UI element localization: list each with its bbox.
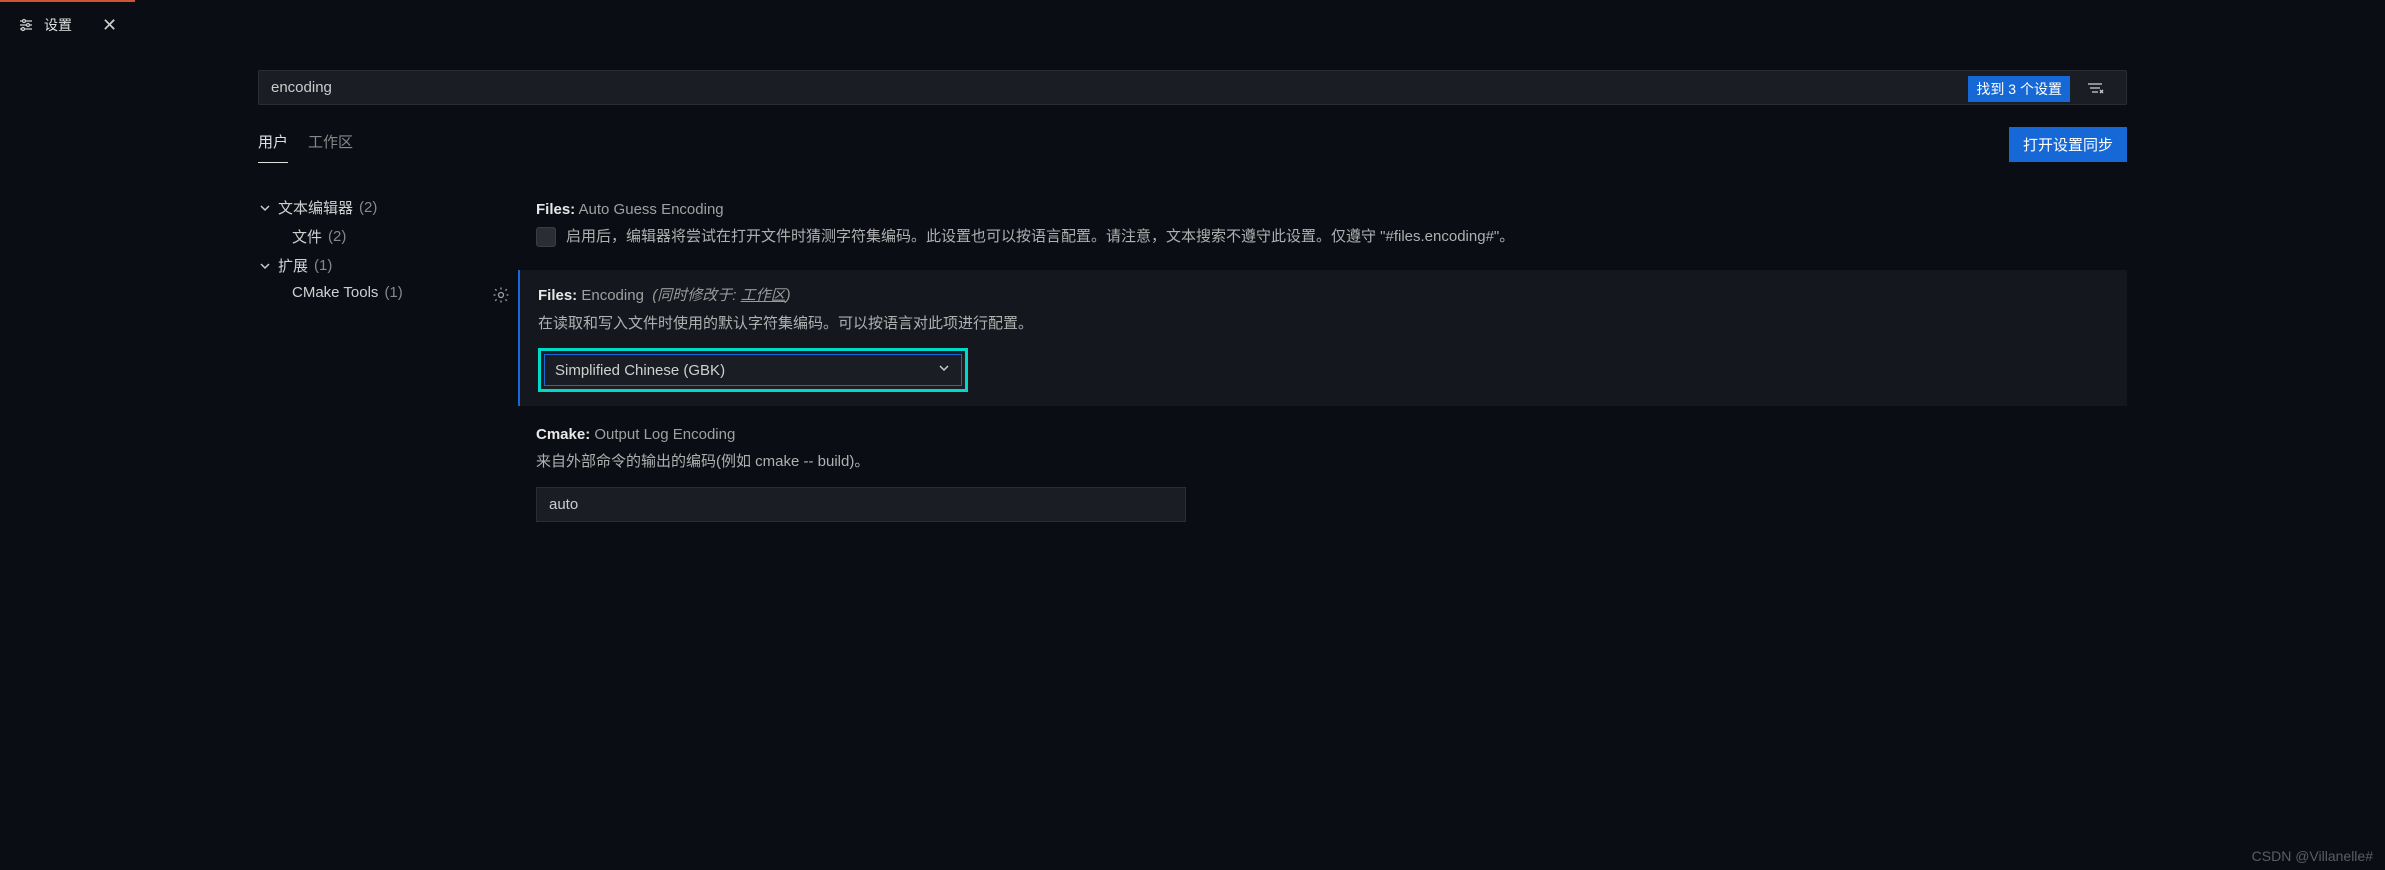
setting-files-encoding: Files: Encoding (同时修改于: 工作区) 在读取和写入文件时使用… bbox=[518, 270, 2127, 407]
open-settings-sync-button[interactable]: 打开设置同步 bbox=[2009, 127, 2127, 162]
setting-title: Files: Auto Guess Encoding bbox=[536, 201, 2109, 218]
tab-user[interactable]: 用户 bbox=[258, 125, 288, 163]
scope-row: 用户 工作区 打开设置同步 bbox=[258, 125, 2127, 163]
setting-auto-guess-encoding: Files: Auto Guess Encoding 启用后，编辑器将尝试在打开… bbox=[518, 187, 2127, 264]
tab-title: 设置 bbox=[44, 15, 72, 35]
scope-tabs: 用户 工作区 bbox=[258, 125, 353, 163]
tree-item-text-editor[interactable]: 文本编辑器 (2) bbox=[258, 193, 508, 222]
tab-settings[interactable]: 设置 ✕ bbox=[0, 0, 135, 48]
close-icon[interactable]: ✕ bbox=[102, 15, 117, 36]
search-row bbox=[258, 70, 2127, 105]
setting-suffix: Auto Guess Encoding bbox=[579, 201, 724, 218]
setting-prefix: Cmake: bbox=[536, 426, 590, 443]
workspace-link[interactable]: 工作区 bbox=[741, 287, 786, 304]
settings-tree: 文本编辑器 (2) 文件 (2) 扩展 (1) CMake Tools (1) bbox=[258, 187, 508, 542]
setting-description: 启用后，编辑器将尝试在打开文件时猜测字符集编码。此设置也可以按语言配置。请注意，… bbox=[566, 224, 1514, 250]
setting-cmake-output-log-encoding: Cmake: Output Log Encoding 来自外部命令的输出的编码(… bbox=[518, 412, 2127, 536]
tree-item-files[interactable]: 文件 (2) bbox=[258, 222, 508, 251]
tab-workspace[interactable]: 工作区 bbox=[308, 125, 353, 163]
tree-item-extensions[interactable]: 扩展 (1) bbox=[258, 251, 508, 280]
found-count-badge: 找到 3 个设置 bbox=[1968, 76, 2070, 102]
chevron-down-icon bbox=[258, 201, 272, 215]
setting-modified-meta: (同时修改于: 工作区) bbox=[652, 287, 790, 304]
setting-suffix: Encoding bbox=[581, 287, 644, 304]
filter-icon[interactable] bbox=[2083, 76, 2107, 100]
search-input[interactable] bbox=[258, 70, 2127, 105]
tree-count: (1) bbox=[384, 284, 402, 301]
setting-description: 在读取和写入文件时使用的默认字符集编码。可以按语言对此项进行配置。 bbox=[538, 311, 1488, 337]
tree-label: CMake Tools bbox=[292, 284, 378, 301]
tree-label: 扩展 bbox=[278, 255, 308, 276]
tree-label: 文件 bbox=[292, 226, 322, 247]
gear-icon[interactable] bbox=[492, 286, 510, 307]
chevron-down-icon bbox=[258, 259, 272, 273]
select-value: Simplified Chinese (GBK) bbox=[555, 362, 725, 379]
tab-bar: 设置 ✕ bbox=[0, 0, 2385, 48]
chevron-down-icon bbox=[937, 361, 951, 379]
watermark: CSDN @Villanelle# bbox=[2252, 848, 2373, 864]
setting-title: Files: Encoding (同时修改于: 工作区) bbox=[538, 284, 2109, 305]
checkbox-auto-guess[interactable] bbox=[536, 227, 556, 247]
checkbox-row: 启用后，编辑器将尝试在打开文件时猜测字符集编码。此设置也可以按语言配置。请注意，… bbox=[536, 224, 2109, 250]
setting-title: Cmake: Output Log Encoding bbox=[536, 426, 2109, 443]
settings-list: Files: Auto Guess Encoding 启用后，编辑器将尝试在打开… bbox=[508, 187, 2127, 542]
setting-suffix: Output Log Encoding bbox=[594, 426, 735, 443]
encoding-select[interactable]: Simplified Chinese (GBK) bbox=[538, 348, 968, 392]
tree-item-cmake-tools[interactable]: CMake Tools (1) bbox=[258, 280, 508, 305]
tree-count: (2) bbox=[328, 228, 346, 245]
setting-prefix: Files: bbox=[538, 287, 577, 304]
settings-content: 找到 3 个设置 用户 工作区 打开设置同步 文本编辑器 (2) 文件 bbox=[0, 48, 2385, 542]
tree-label: 文本编辑器 bbox=[278, 197, 353, 218]
cmake-log-encoding-input[interactable] bbox=[536, 487, 1186, 522]
settings-body: 文本编辑器 (2) 文件 (2) 扩展 (1) CMake Tools (1) bbox=[258, 187, 2127, 542]
setting-description: 来自外部命令的输出的编码(例如 cmake -- build)。 bbox=[536, 449, 1486, 475]
settings-sliders-icon bbox=[18, 17, 34, 33]
tree-count: (2) bbox=[359, 199, 377, 216]
setting-prefix: Files: bbox=[536, 201, 575, 218]
tree-count: (1) bbox=[314, 257, 332, 274]
select-inner: Simplified Chinese (GBK) bbox=[544, 354, 962, 386]
